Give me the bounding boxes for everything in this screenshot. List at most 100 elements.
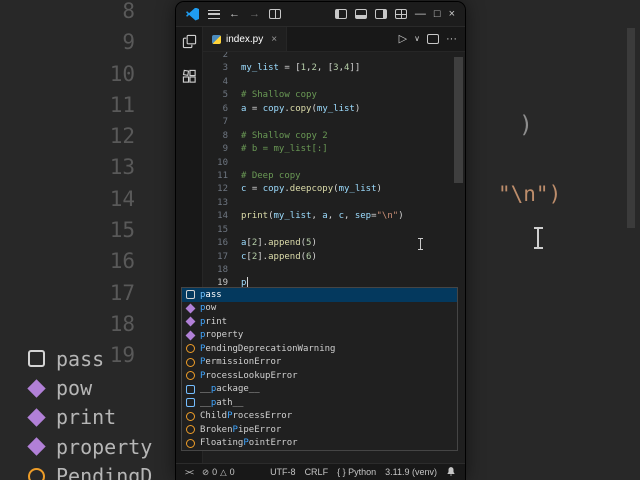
symbol-class-icon xyxy=(28,467,45,480)
line-number: 4 xyxy=(222,76,228,87)
suggestion-item[interactable]: FloatingPointError xyxy=(182,437,457,451)
close-icon[interactable]: × xyxy=(449,8,455,20)
code-line[interactable]: 6a = copy.copy(my_list) xyxy=(203,103,451,116)
code-line[interactable]: 14 print(my_list, a, c, sep="\n") xyxy=(203,210,451,223)
suggestion-item[interactable]: pow xyxy=(182,302,457,316)
suggestion-item[interactable]: ProcessLookupError xyxy=(182,369,457,383)
bg-suggestion-item: print xyxy=(27,403,152,432)
split-editor-icon[interactable] xyxy=(269,9,281,19)
symbol-method-icon xyxy=(27,437,46,457)
scrollbar-thumb[interactable] xyxy=(454,57,463,183)
code-line[interactable]: 13 xyxy=(203,197,451,210)
back-icon[interactable]: ← xyxy=(229,8,240,20)
code-line[interactable]: 15 xyxy=(203,224,451,237)
extensions-icon[interactable] xyxy=(182,69,197,89)
warning-count: 0 xyxy=(229,467,235,477)
vscode-logo xyxy=(186,7,199,21)
layout-panel-icon[interactable] xyxy=(354,9,367,19)
line-number: 5 xyxy=(222,90,228,101)
explorer-copy-icon[interactable] xyxy=(182,34,197,54)
vscode-window: ← → — □ × index.py × ▷ ∨ ··· 2 3 my_list… xyxy=(176,2,465,480)
suggestion-item[interactable]: BrokenPipeError xyxy=(182,423,457,437)
code-line[interactable]: 9 # b = my_list[:] xyxy=(203,143,451,156)
bg-line-number: 15 xyxy=(109,218,135,243)
symbol-keyword-icon xyxy=(186,290,195,300)
tab-label: index.py xyxy=(226,33,264,45)
remote-indicator[interactable]: >< xyxy=(185,467,194,477)
suggestion-item[interactable]: property xyxy=(182,329,457,343)
statusbar-encoding[interactable]: UTF-8 xyxy=(270,467,296,477)
run-python-file-icon[interactable]: ▷ xyxy=(399,33,407,45)
run-dropdown-icon[interactable]: ∨ xyxy=(414,35,420,43)
suggestion-item[interactable]: ChildProcessError xyxy=(182,410,457,424)
tab-index-py[interactable]: index.py × xyxy=(203,27,288,51)
symbol-class-icon xyxy=(186,344,195,354)
code-line[interactable]: 12 c = copy.deepcopy(my_list) xyxy=(203,183,451,196)
problems-indicator[interactable]: ⊘ 0 △ 0 xyxy=(202,467,235,478)
symbol-class-icon xyxy=(186,371,195,381)
code-line[interactable]: 11 # Deep copy xyxy=(203,170,451,183)
line-number: 2 xyxy=(222,52,228,60)
code-line[interactable]: 8 # Shallow copy 2 xyxy=(203,130,451,143)
suggestion-item[interactable]: print xyxy=(182,315,457,329)
bg-suggest-list: pass pow print property PendingD xyxy=(27,344,152,480)
line-number: 9 xyxy=(222,144,228,155)
code-line[interactable]: 4 xyxy=(203,76,451,89)
status-bar: >< ⊘ 0 △ 0 UTF-8 CRLF { } Python 3.11.9 (ve… xyxy=(176,463,465,480)
title-bar: ← → — □ × xyxy=(176,2,465,27)
line-number: 6 xyxy=(222,103,228,114)
code-line[interactable]: 3 my_list = [1,2, [3,4]] xyxy=(203,62,451,75)
bg-suggestion-item: pow xyxy=(27,373,152,402)
bg-line-numbers: 8 9 10 11 12 13 14 15 16 17 18 19 xyxy=(0,0,135,372)
mouse-ibeam-cursor xyxy=(418,238,423,250)
layout-sidebar-right-icon[interactable] xyxy=(374,9,387,19)
suggestion-item[interactable]: pass xyxy=(182,288,457,302)
tab-bar: index.py × ▷ ∨ ··· xyxy=(203,27,465,52)
code-line[interactable]: 16 a[2].append(5) xyxy=(203,237,451,250)
customize-layout-icon[interactable] xyxy=(394,9,407,19)
bg-line-number: 13 xyxy=(109,155,135,180)
bg-line-number: 8 xyxy=(122,0,135,23)
symbol-method-icon xyxy=(185,330,196,341)
line-number: 17 xyxy=(217,251,228,262)
split-editor-right-icon[interactable] xyxy=(427,34,439,44)
layout-sidebar-left-icon[interactable] xyxy=(334,9,347,19)
warning-icon: △ xyxy=(220,466,227,477)
suggestion-item[interactable]: __package__ xyxy=(182,383,457,397)
bg-scrollbar xyxy=(627,28,635,228)
statusbar-eol[interactable]: CRLF xyxy=(305,467,329,477)
notifications-bell-icon[interactable] xyxy=(446,466,456,479)
line-number: 14 xyxy=(217,211,228,222)
suggestion-item[interactable]: __path__ xyxy=(182,396,457,410)
line-number: 12 xyxy=(217,184,228,195)
line-number: 10 xyxy=(217,157,228,168)
minimize-icon[interactable]: — xyxy=(415,8,426,20)
line-number: 15 xyxy=(217,224,228,235)
symbol-class-icon xyxy=(186,438,195,448)
bg-line-number: 9 xyxy=(122,30,135,55)
error-count: 0 xyxy=(212,467,218,477)
suggestion-item[interactable]: PermissionError xyxy=(182,356,457,370)
suggestion-item[interactable]: PendingDeprecationWarning xyxy=(182,342,457,356)
bg-line-number: 16 xyxy=(109,249,135,274)
code-line[interactable]: 5 # Shallow copy xyxy=(203,89,451,102)
code-line[interactable]: 17 c[2].append(6) xyxy=(203,251,451,264)
code-line[interactable]: 7 xyxy=(203,116,451,129)
symbol-variable-icon xyxy=(186,398,195,408)
code-line[interactable]: 18 xyxy=(203,264,451,277)
maximize-icon[interactable]: □ xyxy=(434,8,441,20)
symbol-method-icon xyxy=(185,316,196,327)
bg-ibeam-cursor xyxy=(533,227,543,249)
forward-icon[interactable]: → xyxy=(249,8,260,20)
screenshot-stage: 8 9 10 11 12 13 14 15 16 17 18 19 pass pow print prope… xyxy=(0,0,640,480)
menu-icon[interactable] xyxy=(208,9,220,19)
code-line[interactable]: 10 xyxy=(203,157,451,170)
statusbar-python-interpreter[interactable]: 3.11.9 (venv) xyxy=(385,467,437,477)
more-actions-icon[interactable]: ··· xyxy=(446,33,457,45)
tab-close-icon[interactable]: × xyxy=(271,34,277,45)
symbol-keyword-icon xyxy=(28,350,45,368)
line-number: 13 xyxy=(217,197,228,208)
code-line[interactable]: 2 xyxy=(203,52,451,62)
statusbar-language[interactable]: { } Python xyxy=(337,467,376,477)
bg-line-number: 17 xyxy=(109,280,135,305)
